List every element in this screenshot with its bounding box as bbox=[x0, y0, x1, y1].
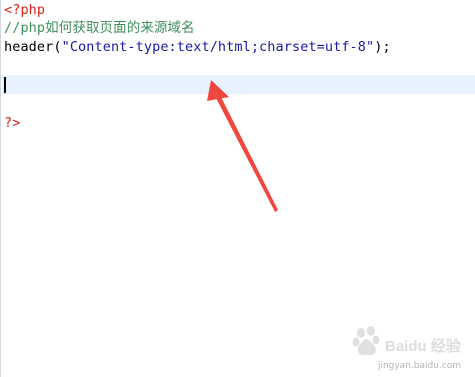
arrow-head bbox=[207, 80, 229, 101]
arrow-shaft bbox=[216, 95, 278, 212]
watermark-url: jingyan.baidu.com bbox=[377, 361, 461, 371]
watermark-brand: Baidu 经验 bbox=[385, 337, 462, 355]
annotation-arrow bbox=[207, 80, 278, 212]
